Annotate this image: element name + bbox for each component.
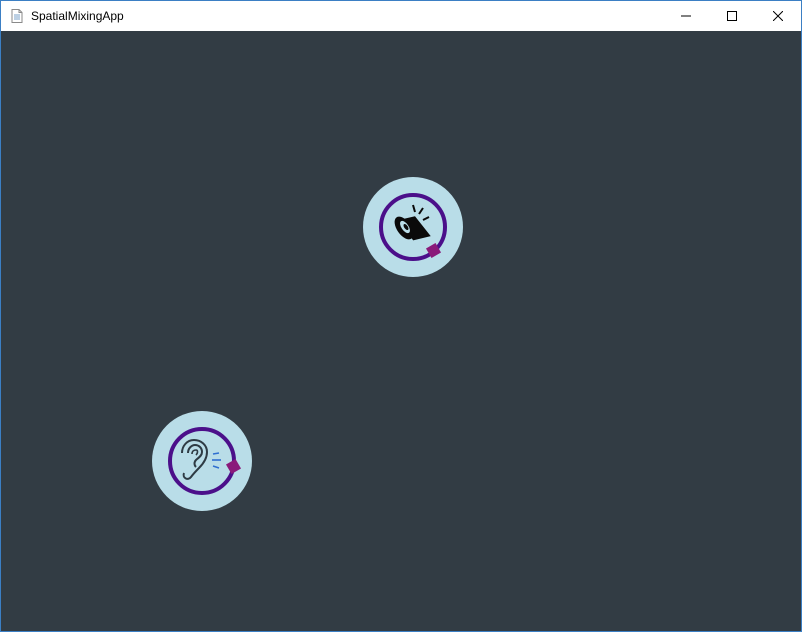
close-button[interactable] xyxy=(755,1,801,31)
window-title: SpatialMixingApp xyxy=(31,9,124,23)
mixing-canvas[interactable] xyxy=(1,31,801,631)
listener-node[interactable] xyxy=(152,411,252,511)
minimize-icon xyxy=(681,15,691,17)
maximize-icon xyxy=(727,11,737,21)
app-icon xyxy=(9,8,25,24)
speaker-icon xyxy=(394,204,431,241)
maximize-button[interactable] xyxy=(709,1,755,31)
close-icon xyxy=(773,11,783,21)
window-controls xyxy=(663,1,801,31)
minimize-button[interactable] xyxy=(663,1,709,31)
title-bar[interactable]: SpatialMixingApp xyxy=(1,1,801,31)
speaker-node[interactable] xyxy=(363,177,463,277)
app-window: SpatialMixingApp xyxy=(0,0,802,632)
